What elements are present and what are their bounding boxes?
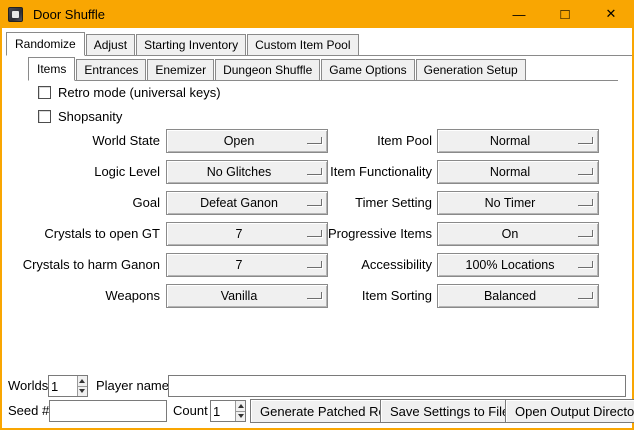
tab-adjust[interactable]: Adjust (86, 34, 135, 55)
save-settings-button[interactable]: Save Settings to File (380, 399, 519, 423)
tab-custom-item-pool[interactable]: Custom Item Pool (247, 34, 358, 55)
stepper-down-button[interactable] (78, 386, 87, 397)
stepper-arrows (77, 376, 87, 396)
dropdown-indicator-icon (578, 230, 593, 237)
tab-label: Entrances (84, 63, 138, 77)
tab-game-options[interactable]: Game Options (321, 59, 414, 80)
dropdown-value: Normal (490, 134, 546, 148)
dropdown-indicator-icon (578, 261, 593, 268)
arrow-down-icon (238, 414, 244, 418)
dropdown-indicator-icon (578, 168, 593, 175)
world-state-label: World State (2, 129, 160, 153)
dropdown-value: On (502, 227, 535, 241)
maximize-icon: □ (560, 7, 569, 22)
tab-label: Adjust (94, 38, 127, 52)
tab-label: Custom Item Pool (255, 38, 350, 52)
window-title: Door Shuffle (33, 7, 105, 22)
player-names-label: Player names (96, 375, 175, 397)
crystals-ganon-label: Crystals to harm Ganon (2, 253, 160, 277)
tab-label: Game Options (329, 63, 406, 77)
app-icon[interactable] (8, 7, 23, 22)
worlds-label: Worlds (8, 375, 48, 397)
stepper-up-button[interactable] (78, 376, 87, 386)
shopsanity-checkbox[interactable]: Shopsanity (38, 109, 122, 124)
titlebar[interactable]: Door Shuffle — □ ✕ (0, 0, 634, 28)
seed-label: Seed # (8, 400, 49, 422)
checkbox-box (38, 110, 51, 123)
item-functionality-label: Item Functionality (252, 160, 432, 184)
worlds-stepper[interactable] (48, 375, 88, 397)
close-icon: ✕ (606, 6, 617, 22)
logic-level-label: Logic Level (2, 160, 160, 184)
minimize-icon: — (513, 7, 526, 22)
inner-tabbar: Items Entrances Enemizer Dungeon Shuffle… (28, 57, 618, 81)
progressive-items-label: Progressive Items (252, 222, 432, 246)
tab-starting-inventory[interactable]: Starting Inventory (136, 34, 246, 55)
item-pool-dropdown[interactable]: Normal (437, 129, 599, 153)
tab-label: Enemizer (155, 63, 206, 77)
item-sorting-dropdown[interactable]: Balanced (437, 284, 599, 308)
accessibility-dropdown[interactable]: 100% Locations (437, 253, 599, 277)
progressive-items-dropdown[interactable]: On (437, 222, 599, 246)
item-pool-label: Item Pool (252, 129, 432, 153)
count-input[interactable] (211, 401, 235, 421)
stepper-arrows (235, 401, 245, 421)
dropdown-indicator-icon (578, 199, 593, 206)
timer-setting-label: Timer Setting (252, 191, 432, 215)
window-controls: — □ ✕ (496, 0, 634, 28)
retro-mode-checkbox[interactable]: Retro mode (universal keys) (38, 85, 221, 100)
tab-label: Generation Setup (424, 63, 518, 77)
tab-items[interactable]: Items (28, 57, 75, 81)
dropdown-indicator-icon (578, 292, 593, 299)
checkbox-label: Shopsanity (58, 109, 122, 124)
minimize-button[interactable]: — (496, 0, 542, 28)
tab-entrances[interactable]: Entrances (76, 59, 146, 80)
tab-label: Randomize (15, 37, 76, 51)
count-label: Count (173, 400, 208, 422)
tab-label: Dungeon Shuffle (223, 63, 312, 77)
checkbox-label: Retro mode (universal keys) (58, 85, 221, 100)
stepper-down-button[interactable] (236, 411, 245, 422)
arrow-down-icon (79, 389, 85, 393)
item-sorting-label: Item Sorting (252, 284, 432, 308)
crystals-gt-label: Crystals to open GT (2, 222, 160, 246)
dropdown-value: 100% Locations (466, 258, 571, 272)
tab-generation-setup[interactable]: Generation Setup (416, 59, 526, 80)
seed-input[interactable] (49, 400, 167, 422)
arrow-up-icon (79, 379, 85, 383)
maximize-button[interactable]: □ (542, 0, 588, 28)
tab-dungeon-shuffle[interactable]: Dungeon Shuffle (215, 59, 320, 80)
dropdown-value: Balanced (484, 289, 552, 303)
window-content: Randomize Adjust Starting Inventory Cust… (2, 28, 632, 428)
tab-enemizer[interactable]: Enemizer (147, 59, 214, 80)
weapons-label: Weapons (2, 284, 160, 308)
dropdown-indicator-icon (578, 137, 593, 144)
accessibility-label: Accessibility (252, 253, 432, 277)
stepper-up-button[interactable] (236, 401, 245, 411)
count-stepper[interactable] (210, 400, 246, 422)
checkbox-box (38, 86, 51, 99)
timer-setting-dropdown[interactable]: No Timer (437, 191, 599, 215)
close-button[interactable]: ✕ (588, 0, 634, 28)
goal-label: Goal (2, 191, 160, 215)
app-window: Door Shuffle — □ ✕ Randomize Adjust Star… (0, 0, 634, 430)
tab-randomize[interactable]: Randomize (6, 32, 85, 56)
player-names-input[interactable] (168, 375, 626, 397)
item-functionality-dropdown[interactable]: Normal (437, 160, 599, 184)
tab-label: Items (37, 62, 66, 76)
dropdown-value: Normal (490, 165, 546, 179)
dropdown-value: No Timer (485, 196, 552, 210)
tab-label: Starting Inventory (144, 38, 238, 52)
worlds-input[interactable] (49, 376, 77, 396)
open-output-directory-button[interactable]: Open Output Directory (505, 399, 634, 423)
outer-tabbar: Randomize Adjust Starting Inventory Cust… (6, 32, 632, 56)
arrow-up-icon (238, 404, 244, 408)
